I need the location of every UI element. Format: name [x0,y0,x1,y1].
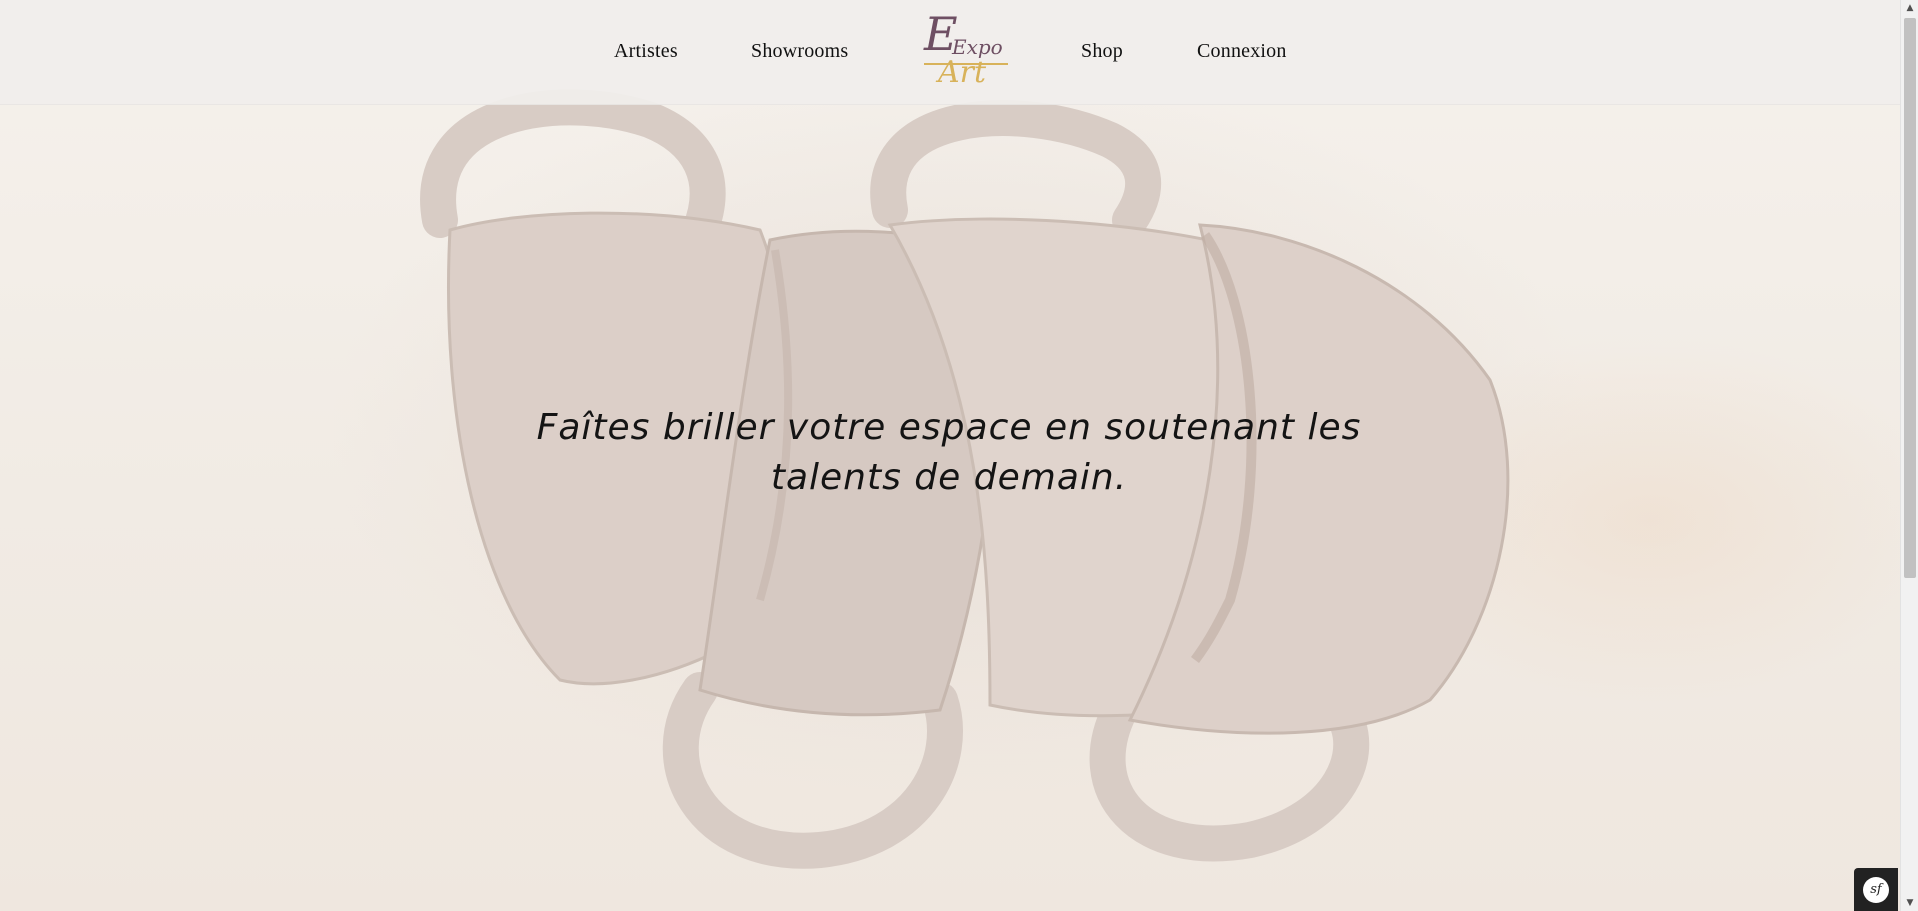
hero-tagline: Faîtes briller votre espace en soutenant… [536,407,1362,498]
scrollbar-thumb[interactable] [1904,18,1916,578]
scroll-up-arrow-icon[interactable]: ▲ [1901,0,1918,16]
nav-artists-link[interactable]: Artistes [614,40,678,63]
page-scrollbar[interactable]: ▲ ▼ [1900,0,1918,911]
nav-shop-link[interactable]: Shop [1081,40,1123,63]
cup-handle [870,100,1161,238]
nav-login-link[interactable]: Connexion [1197,40,1287,63]
nav-showrooms-link[interactable]: Showrooms [751,40,848,63]
logo-mark: E Expo Art [923,7,1008,90]
scroll-down-arrow-icon[interactable]: ▼ [1901,895,1918,911]
logo-text-art: Art [935,55,987,88]
page: Artistes Showrooms E Expo Art Shop Conne… [0,0,1918,911]
symfony-logo-icon: sf [1863,876,1889,903]
cup-handle [420,89,726,248]
site-header: Artistes Showrooms E Expo Art Shop Conne… [0,0,1900,105]
symfony-debug-toolbar-toggle[interactable]: sf [1854,868,1898,911]
expo-art-logo[interactable]: E Expo Art [920,7,1012,90]
